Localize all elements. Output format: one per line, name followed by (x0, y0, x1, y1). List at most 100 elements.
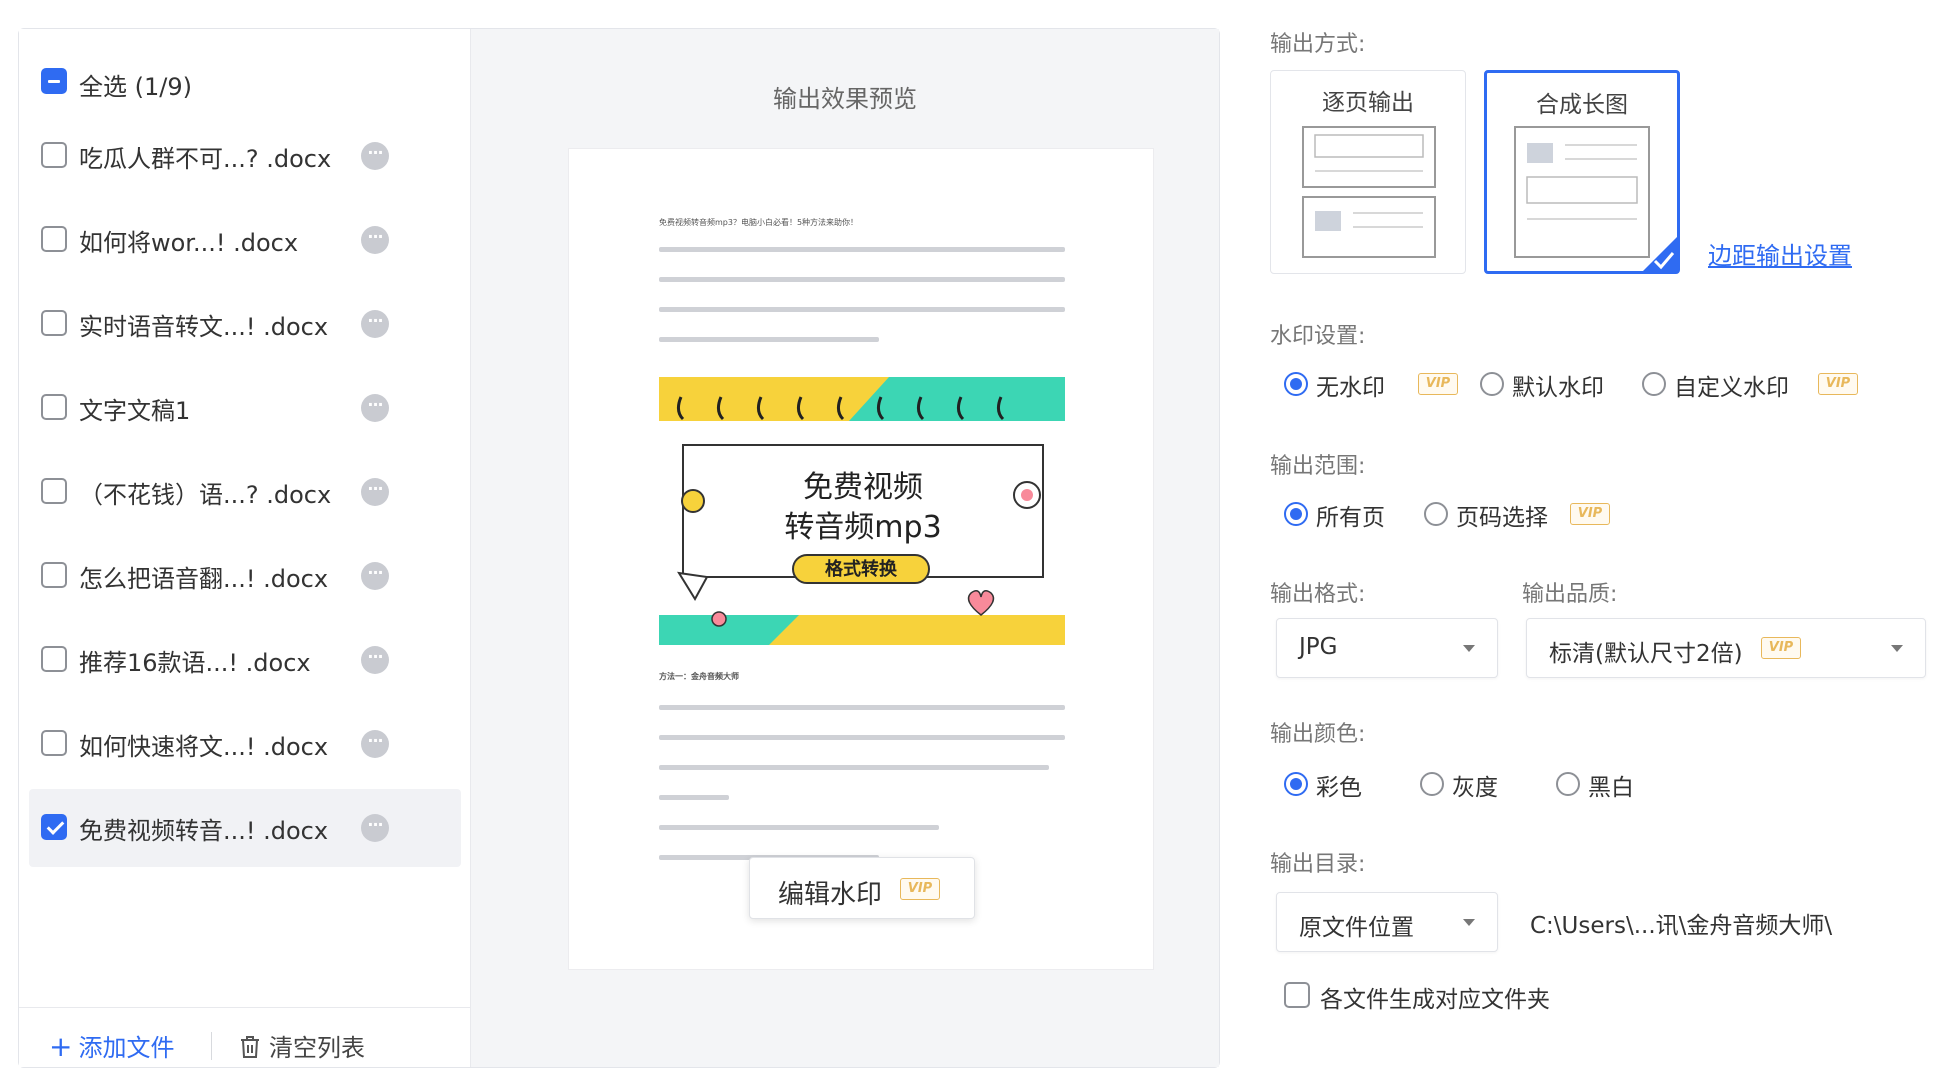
file-name: 文字文稿1 (79, 397, 191, 425)
file-row[interactable]: 吃瓜人群不可...? .docx ··· (29, 117, 461, 195)
select-all-label: 全选 (1/9) (79, 73, 192, 101)
radio-label: 默认水印 (1512, 375, 1604, 401)
trash-icon (241, 1036, 259, 1058)
radio-button[interactable] (1284, 502, 1308, 526)
file-checkbox[interactable] (41, 142, 67, 168)
edit-watermark-button[interactable]: 编辑水印 VIP (749, 857, 975, 919)
doc-text-line (659, 247, 1065, 252)
radio-button[interactable] (1556, 772, 1580, 796)
file-row-selected[interactable]: 免费视频转音...! .docx ··· (29, 789, 461, 867)
file-checkbox[interactable] (41, 730, 67, 756)
doc-text-line (659, 307, 1065, 312)
banner-tag: 格式转换 (825, 558, 898, 580)
file-row[interactable]: 如何将wor...! .docx ··· (29, 201, 461, 279)
file-checkbox[interactable] (41, 646, 67, 672)
more-icon[interactable]: ··· (361, 226, 389, 254)
file-name: 怎么把语音翻...! .docx (79, 565, 329, 593)
radio-no-watermark[interactable]: 无水印 (1284, 366, 1404, 401)
file-row[interactable]: 推荐16款语...! .docx ··· (29, 621, 461, 699)
long-image-illustration (1514, 126, 1677, 271)
plus-icon: + (49, 1030, 73, 1063)
radio-default-watermark[interactable]: 默认水印 (1480, 366, 1620, 401)
radio-all-pages[interactable]: 所有页 (1284, 496, 1404, 531)
file-row[interactable]: （不花钱）语...? .docx ··· (29, 453, 461, 531)
file-checkbox[interactable] (41, 478, 67, 504)
per-file-folder-option[interactable]: 各文件生成对应文件夹 (1284, 978, 1584, 1013)
more-icon[interactable]: ··· (361, 142, 389, 170)
radio-color[interactable]: 彩色 (1284, 766, 1384, 801)
file-list: 全选 (1/9) 吃瓜人群不可...? .docx ··· 如何将wor...!… (19, 29, 471, 1067)
vip-badge: VIP (900, 878, 940, 900)
radio-page-select[interactable]: 页码选择 (1424, 496, 1564, 531)
radio-label: 无水印 (1316, 375, 1385, 401)
banner-title-line2: 转音频mp3 (784, 510, 941, 545)
output-format-label: 输出格式: (1270, 582, 1366, 607)
file-checkbox[interactable] (41, 394, 67, 420)
radio-label: 自定义水印 (1674, 375, 1789, 401)
more-icon[interactable]: ··· (361, 562, 389, 590)
select-all[interactable]: 全选 (1/9) (41, 59, 341, 103)
per-file-folder-checkbox[interactable] (1284, 982, 1310, 1008)
file-name: （不花钱）语...? .docx (79, 481, 332, 509)
mode-per-page-card[interactable]: 逐页输出 (1270, 70, 1466, 274)
doc-text-line (659, 337, 879, 342)
file-checkbox[interactable] (41, 562, 67, 588)
file-panel: 全选 (1/9) 吃瓜人群不可...? .docx ··· 如何将wor...!… (18, 28, 1220, 1068)
radio-button[interactable] (1420, 772, 1444, 796)
per-file-folder-label: 各文件生成对应文件夹 (1320, 987, 1550, 1013)
output-dir-select[interactable]: 原文件位置 (1276, 892, 1498, 952)
add-file-button[interactable]: + 添加文件 (49, 1028, 174, 1063)
output-path[interactable]: C:\Users\...讯\金舟音频大师\ (1530, 906, 1832, 940)
radio-label: 彩色 (1316, 775, 1362, 801)
vip-badge: VIP (1761, 637, 1801, 659)
output-range-label: 输出范围: (1270, 454, 1366, 479)
file-name: 如何快速将文...! .docx (79, 733, 329, 761)
format-select[interactable]: JPG (1276, 618, 1498, 678)
clear-list-button[interactable]: 清空列表 (239, 1028, 365, 1063)
radio-button[interactable] (1284, 772, 1308, 796)
output-color-label: 输出颜色: (1270, 722, 1366, 747)
radio-button[interactable] (1642, 372, 1666, 396)
doc-text-line (659, 765, 1049, 770)
radio-label: 黑白 (1588, 775, 1634, 801)
radio-grayscale[interactable]: 灰度 (1420, 766, 1520, 801)
file-name: 如何将wor...! .docx (79, 229, 299, 257)
radio-custom-watermark[interactable]: 自定义水印 (1642, 366, 1802, 401)
file-row[interactable]: 怎么把语音翻...! .docx ··· (29, 537, 461, 615)
clear-list-label: 清空列表 (269, 1034, 365, 1062)
doc-heading: 免费视频转音频mp3？电脑小白必看！5种方法来助你！ (659, 218, 859, 227)
more-icon[interactable]: ··· (361, 310, 389, 338)
quality-select[interactable]: 标清(默认尺寸2倍) VIP (1526, 618, 1926, 678)
radio-label: 所有页 (1316, 505, 1385, 531)
select-all-checkbox[interactable] (41, 68, 67, 94)
edit-watermark-label: 编辑水印 (778, 880, 883, 910)
radio-button[interactable] (1480, 372, 1504, 396)
file-checkbox[interactable] (41, 226, 67, 252)
preview-area: 输出效果预览 免费视频转音频mp3？电脑小白必看！5种方法来助你！ 免费视频 转… (471, 29, 1219, 1067)
list-footer: + 添加文件 清空列表 (19, 1007, 471, 1067)
doc-text-line (659, 277, 1065, 282)
file-row[interactable]: 实时语音转文...! .docx ··· (29, 285, 461, 363)
radio-button[interactable] (1424, 502, 1448, 526)
preview-title: 输出效果预览 (773, 85, 917, 113)
file-row[interactable]: 文字文稿1 ··· (29, 369, 461, 447)
file-row[interactable]: 如何快速将文...! .docx ··· (29, 705, 461, 783)
margin-output-settings-link[interactable]: 边距输出设置 (1708, 236, 1852, 271)
more-icon[interactable]: ··· (361, 646, 389, 674)
radio-button[interactable] (1284, 372, 1308, 396)
vip-badge: VIP (1570, 503, 1610, 525)
radio-label: 灰度 (1452, 775, 1498, 801)
file-checkbox[interactable] (41, 310, 67, 336)
more-icon[interactable]: ··· (361, 730, 389, 758)
radio-black-white[interactable]: 黑白 (1556, 766, 1656, 801)
banner-title-line1: 免费视频 (803, 470, 923, 505)
banner-graphic: 免费视频 转音频mp3 格式转换 (659, 377, 1065, 645)
mode-long-image-card[interactable]: 合成长图 (1484, 70, 1680, 274)
chevron-down-icon (1891, 645, 1903, 652)
doc-text-line (659, 795, 729, 800)
more-icon[interactable]: ··· (361, 478, 389, 506)
doc-section-title: 方法一：金舟音频大师 (659, 672, 739, 681)
more-icon[interactable]: ··· (361, 814, 389, 842)
file-checkbox[interactable] (41, 814, 67, 840)
more-icon[interactable]: ··· (361, 394, 389, 422)
